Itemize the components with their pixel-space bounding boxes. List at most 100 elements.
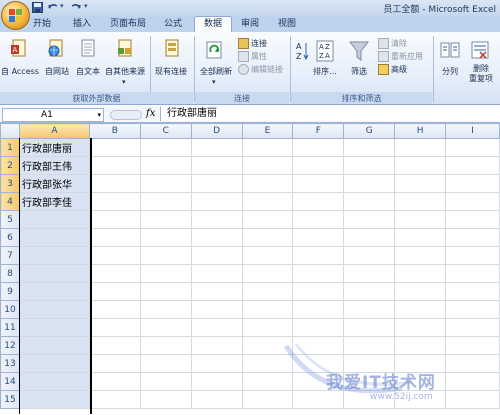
cell-e3[interactable] bbox=[241, 174, 294, 193]
column-header-a[interactable]: A bbox=[18, 123, 90, 139]
cell-c14[interactable] bbox=[139, 372, 192, 391]
column-header-b[interactable]: B bbox=[88, 123, 141, 139]
cell-b2[interactable] bbox=[88, 156, 141, 175]
cell-f1[interactable] bbox=[292, 138, 345, 157]
cell-d10[interactable] bbox=[190, 300, 243, 319]
cell-f9[interactable] bbox=[292, 282, 345, 301]
cell-f4[interactable] bbox=[292, 192, 345, 211]
cell-i12[interactable] bbox=[445, 336, 500, 355]
cell-g2[interactable] bbox=[343, 156, 396, 175]
cell-g12[interactable] bbox=[343, 336, 396, 355]
cell-d6[interactable] bbox=[190, 228, 243, 247]
from-text-button[interactable]: 自文本 bbox=[73, 66, 103, 77]
edit-links-button[interactable]: 编辑链接 bbox=[238, 64, 283, 76]
column-header-f[interactable]: F bbox=[292, 123, 345, 139]
cell-f13[interactable] bbox=[292, 354, 345, 373]
cell-c5[interactable] bbox=[139, 210, 192, 229]
cell-a7[interactable] bbox=[18, 246, 90, 265]
row-header[interactable]: 11 bbox=[0, 318, 20, 337]
cell-h9[interactable] bbox=[394, 282, 447, 301]
cell-a3[interactable]: 行政部张华 bbox=[18, 174, 90, 193]
cell-a13[interactable] bbox=[18, 354, 90, 373]
cell-h8[interactable] bbox=[394, 264, 447, 283]
cell-c15[interactable] bbox=[139, 390, 192, 409]
tab-formulas[interactable]: 公式 bbox=[156, 17, 190, 32]
cell-g11[interactable] bbox=[343, 318, 396, 337]
tab-data[interactable]: 数据 bbox=[194, 16, 232, 33]
cell-i14[interactable] bbox=[445, 372, 500, 391]
cell-e11[interactable] bbox=[241, 318, 294, 337]
cell-a14[interactable] bbox=[18, 372, 90, 391]
cell-d2[interactable] bbox=[190, 156, 243, 175]
cell-g5[interactable] bbox=[343, 210, 396, 229]
cell-c6[interactable] bbox=[139, 228, 192, 247]
cell-i7[interactable] bbox=[445, 246, 500, 265]
cell-c12[interactable] bbox=[139, 336, 192, 355]
filter-button[interactable]: 筛选 bbox=[345, 66, 373, 77]
cell-h12[interactable] bbox=[394, 336, 447, 355]
cell-e2[interactable] bbox=[241, 156, 294, 175]
tab-page-layout[interactable]: 页面布局 bbox=[102, 17, 154, 32]
cell-d4[interactable] bbox=[190, 192, 243, 211]
cell-a10[interactable] bbox=[18, 300, 90, 319]
cell-h1[interactable] bbox=[394, 138, 447, 157]
name-box-dropdown-icon[interactable]: ▾ bbox=[97, 109, 101, 121]
cell-a15[interactable] bbox=[18, 390, 90, 409]
save-icon[interactable] bbox=[32, 2, 43, 14]
cell-a4[interactable]: 行政部李佳 bbox=[18, 192, 90, 211]
cell-c10[interactable] bbox=[139, 300, 192, 319]
cell-i13[interactable] bbox=[445, 354, 500, 373]
cell-b13[interactable] bbox=[88, 354, 141, 373]
row-header[interactable]: 4 bbox=[0, 192, 20, 211]
cell-e15[interactable] bbox=[241, 390, 294, 409]
redo-icon[interactable] bbox=[70, 2, 82, 14]
cell-g15[interactable] bbox=[343, 390, 396, 409]
cell-e12[interactable] bbox=[241, 336, 294, 355]
row-header[interactable]: 8 bbox=[0, 264, 20, 283]
cell-i3[interactable] bbox=[445, 174, 500, 193]
row-header[interactable]: 6 bbox=[0, 228, 20, 247]
connections-button[interactable]: 连接 bbox=[238, 38, 267, 50]
cell-d3[interactable] bbox=[190, 174, 243, 193]
cell-c13[interactable] bbox=[139, 354, 192, 373]
cell-b14[interactable] bbox=[88, 372, 141, 391]
from-web-button[interactable]: 自网站 bbox=[41, 66, 73, 77]
column-header-i[interactable]: I bbox=[445, 123, 500, 139]
row-header[interactable]: 3 bbox=[0, 174, 20, 193]
cell-d1[interactable] bbox=[190, 138, 243, 157]
reapply-button[interactable]: 重新应用 bbox=[378, 51, 423, 63]
sort-az-icon[interactable]: AZ bbox=[296, 40, 310, 67]
clear-button[interactable]: 清除 bbox=[378, 38, 407, 50]
cell-f3[interactable] bbox=[292, 174, 345, 193]
column-header-h[interactable]: H bbox=[394, 123, 447, 139]
cell-h15[interactable] bbox=[394, 390, 447, 409]
cell-h13[interactable] bbox=[394, 354, 447, 373]
cell-c2[interactable] bbox=[139, 156, 192, 175]
cell-c4[interactable] bbox=[139, 192, 192, 211]
cell-d5[interactable] bbox=[190, 210, 243, 229]
customize-qat-icon[interactable]: ▾ bbox=[84, 2, 88, 14]
cell-d15[interactable] bbox=[190, 390, 243, 409]
column-header-d[interactable]: D bbox=[190, 123, 243, 139]
cell-f14[interactable] bbox=[292, 372, 345, 391]
cell-e5[interactable] bbox=[241, 210, 294, 229]
cell-c1[interactable] bbox=[139, 138, 192, 157]
cell-f2[interactable] bbox=[292, 156, 345, 175]
cell-c7[interactable] bbox=[139, 246, 192, 265]
cell-g8[interactable] bbox=[343, 264, 396, 283]
cell-g4[interactable] bbox=[343, 192, 396, 211]
office-button[interactable] bbox=[1, 1, 30, 30]
cell-b9[interactable] bbox=[88, 282, 141, 301]
cell-e14[interactable] bbox=[241, 372, 294, 391]
row-header[interactable]: 2 bbox=[0, 156, 20, 175]
cell-h14[interactable] bbox=[394, 372, 447, 391]
tab-insert[interactable]: 插入 bbox=[64, 17, 100, 32]
cell-d14[interactable] bbox=[190, 372, 243, 391]
cell-h11[interactable] bbox=[394, 318, 447, 337]
cell-d8[interactable] bbox=[190, 264, 243, 283]
row-header[interactable]: 15 bbox=[0, 390, 20, 409]
formula-input[interactable]: 行政部唐丽 bbox=[160, 107, 500, 121]
cell-a12[interactable] bbox=[18, 336, 90, 355]
cell-h3[interactable] bbox=[394, 174, 447, 193]
tab-home[interactable]: 开始 bbox=[28, 17, 56, 32]
